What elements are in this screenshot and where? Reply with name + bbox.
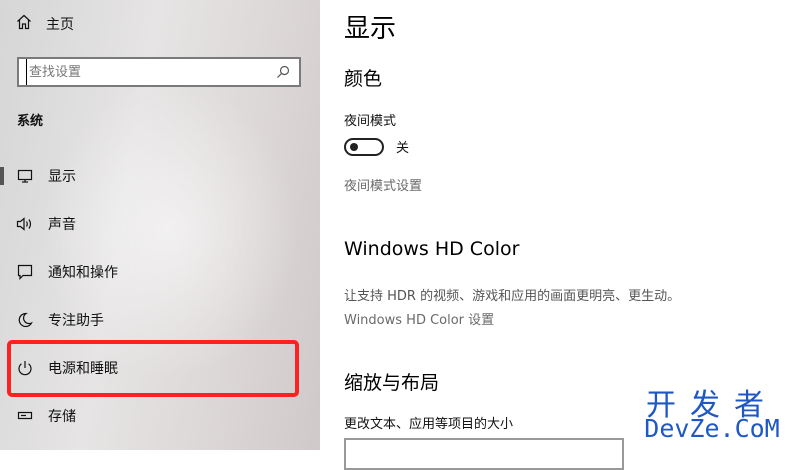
home-label: 主页: [46, 17, 74, 33]
sidebar-item-label: 存储: [48, 409, 76, 425]
site-watermark-logo: 开发者 DevZe.CoM: [632, 380, 792, 446]
search-box[interactable]: [17, 57, 301, 87]
sidebar-item-label: 显示: [48, 169, 76, 185]
speaker-icon: [16, 215, 34, 233]
page-title: 显示: [344, 14, 397, 44]
toggle-state-label: 关: [396, 141, 410, 156]
sidebar-item-display[interactable]: 显示: [0, 152, 320, 200]
hd-color-settings-link[interactable]: Windows HD Color 设置: [344, 309, 494, 328]
scale-layout-heading: 缩放与布局: [344, 372, 440, 394]
night-mode-label: 夜间模式: [344, 114, 397, 129]
watermark-bottom-text: DevZe.CoM: [644, 414, 780, 443]
sidebar-item-storage[interactable]: 存储: [0, 392, 320, 440]
notification-icon: [16, 263, 34, 281]
sidebar: 主页 系统 显示 声音 通知和操作 专注助手: [0, 0, 320, 450]
scale-size-label: 更改文本、应用等项目的大小: [344, 417, 514, 432]
search-input[interactable]: [26, 59, 273, 85]
night-mode-toggle[interactable]: [344, 137, 384, 156]
sidebar-item-focus-assist[interactable]: 专注助手: [0, 296, 320, 344]
scale-dropdown[interactable]: [344, 438, 624, 470]
selected-indicator: [0, 167, 4, 185]
sidebar-item-sound[interactable]: 声音: [0, 200, 320, 248]
sidebar-item-notifications[interactable]: 通知和操作: [0, 248, 320, 296]
hd-color-heading: Windows HD Color: [344, 238, 520, 260]
home-icon: [16, 14, 32, 34]
search-icon[interactable]: [273, 65, 293, 79]
highlight-annotation-box: [7, 340, 299, 397]
sidebar-item-label: 专注助手: [48, 313, 104, 329]
storage-icon: [16, 407, 34, 425]
night-mode-toggle-row: 关: [344, 137, 409, 156]
sidebar-item-label: 声音: [48, 217, 76, 233]
moon-icon: [16, 311, 34, 329]
hd-color-description: 让支持 HDR 的视频、游戏和应用的画面更明亮、更生动。: [344, 289, 681, 304]
sidebar-item-label: 通知和操作: [48, 265, 118, 281]
night-mode-settings-link[interactable]: 夜间模式设置: [344, 175, 422, 194]
home-nav-item[interactable]: 主页: [16, 13, 74, 35]
monitor-icon: [16, 167, 34, 185]
toggle-knob: [350, 142, 358, 151]
color-heading: 颜色: [344, 68, 383, 90]
section-label-system: 系统: [17, 114, 44, 129]
